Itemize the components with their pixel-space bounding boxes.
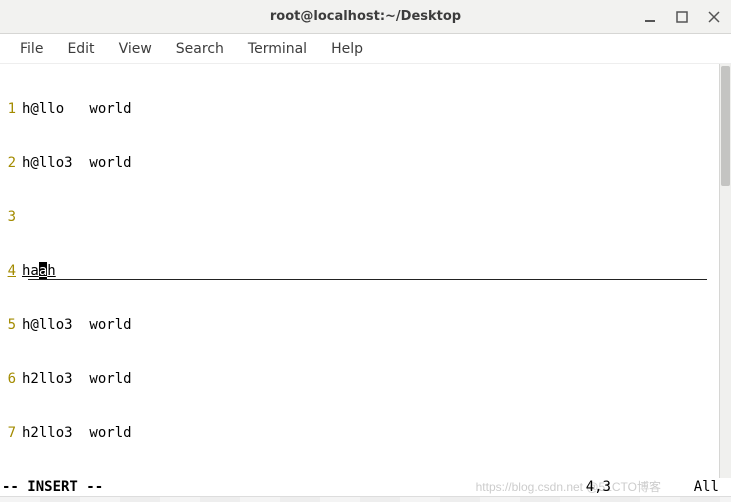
line-number: 6	[0, 370, 22, 388]
scrollbar[interactable]	[719, 64, 731, 478]
line-text: haah	[22, 262, 56, 280]
line-post: h	[47, 263, 55, 279]
menubar: File Edit View Search Terminal Help	[0, 34, 731, 64]
line-number: 2	[0, 154, 22, 172]
scrollbar-thumb[interactable]	[721, 66, 730, 186]
line-number: 5	[0, 316, 22, 334]
window-title: root@localhost:~/Desktop	[270, 9, 461, 24]
window-titlebar: root@localhost:~/Desktop	[0, 0, 731, 34]
cursor-underline	[28, 279, 707, 280]
line-number: 4	[0, 262, 22, 280]
line-pre: ha	[22, 263, 39, 279]
cursor-position: 4,3	[586, 478, 611, 496]
line-number: 3	[0, 208, 22, 226]
line-text: h2llo3 world	[22, 424, 132, 442]
editor-area[interactable]: 1h@llo world 2h@llo3 world 3 4haah 5h@ll…	[0, 64, 731, 478]
menu-search[interactable]: Search	[164, 37, 236, 61]
line-cursor: 4haah	[0, 262, 707, 280]
bottom-strip	[0, 496, 731, 502]
line-text: h@llo world	[22, 100, 132, 118]
line: 6h2llo3 world	[0, 370, 707, 388]
watermark: https://blog.csdn.net @51CTO博客	[476, 478, 661, 496]
line: 3	[0, 208, 707, 226]
vim-mode: -- INSERT --	[0, 478, 103, 496]
line: 7h2llo3 world	[0, 424, 707, 442]
statusbar: -- INSERT -- https://blog.csdn.net @51CT…	[0, 478, 731, 496]
menu-terminal[interactable]: Terminal	[236, 37, 319, 61]
menu-file[interactable]: File	[8, 37, 55, 61]
menu-help[interactable]: Help	[319, 37, 375, 61]
menu-view[interactable]: View	[107, 37, 164, 61]
window-controls	[643, 10, 721, 24]
text-editor[interactable]: 1h@llo world 2h@llo3 world 3 4haah 5h@ll…	[0, 64, 707, 478]
line: 2h@llo3 world	[0, 154, 707, 172]
line: 5h@llo3 world	[0, 316, 707, 334]
line-text: h2llo3 world	[22, 370, 132, 388]
menu-edit[interactable]: Edit	[55, 37, 106, 61]
line-text: h@llo3 world	[22, 154, 132, 172]
maximize-button[interactable]	[675, 10, 689, 24]
line-number: 7	[0, 424, 22, 442]
close-button[interactable]	[707, 10, 721, 24]
line-text: h@llo3 world	[22, 316, 132, 334]
line-number: 1	[0, 100, 22, 118]
minimize-button[interactable]	[643, 10, 657, 24]
line: 1h@llo world	[0, 100, 707, 118]
scroll-percent: All	[694, 478, 719, 496]
